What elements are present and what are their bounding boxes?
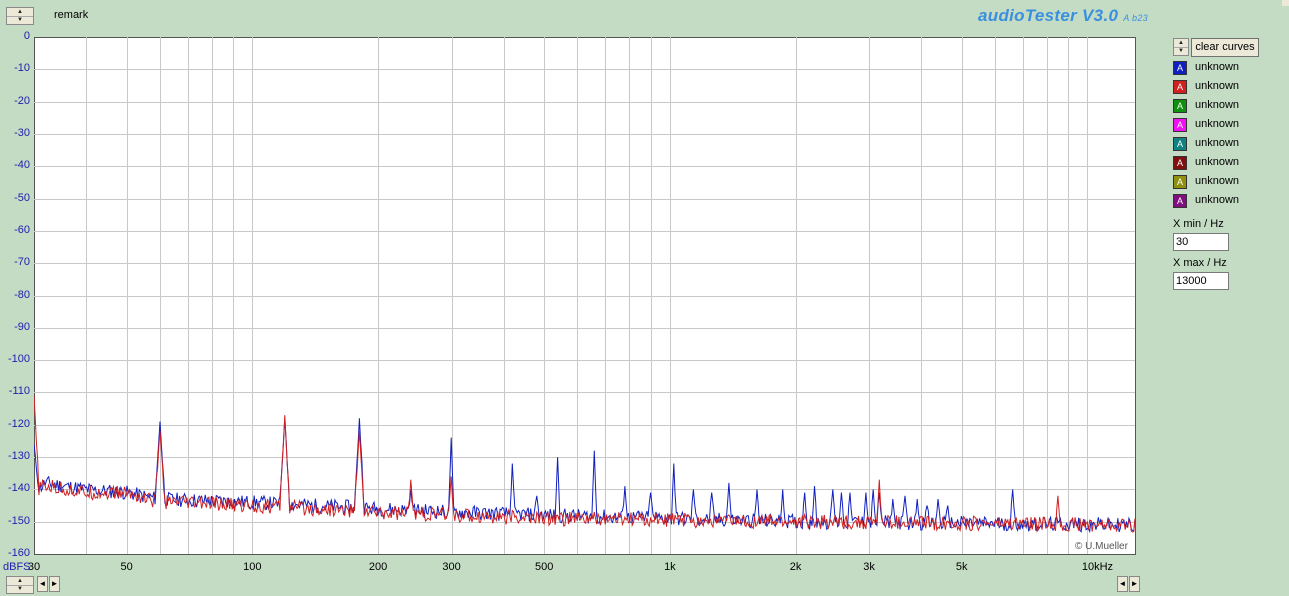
x-tick-label: 1k	[664, 561, 676, 573]
y-tick-label: -110	[8, 385, 30, 398]
xmin-label: X min / Hz	[1173, 218, 1224, 230]
y-tick-label: -150	[7, 514, 30, 527]
legend-label: unknown	[1195, 137, 1240, 149]
curve-color-icon[interactable]: A	[1173, 194, 1187, 208]
legend-label: unknown	[1195, 175, 1240, 187]
curve-color-icon[interactable]: A	[1173, 99, 1187, 113]
y-tick-label: -50	[14, 191, 30, 204]
bottom-left-spinner[interactable]: ▲ ▼	[6, 576, 34, 594]
scroll-right-icon[interactable]: ►	[1129, 576, 1140, 592]
x-tick-label: 200	[368, 561, 388, 573]
y-tick-label: -160	[7, 547, 30, 559]
legend-label: unknown	[1195, 61, 1240, 73]
y-tick-label: -70	[14, 256, 30, 269]
spin-down-icon[interactable]: ▼	[7, 16, 33, 24]
y-tick-label: -40	[14, 159, 30, 172]
y-tick-label: -80	[14, 288, 30, 301]
legend-label: unknown	[1195, 194, 1240, 206]
copyright-text: © U.Mueller	[1075, 541, 1128, 552]
y-tick-label: -130	[7, 450, 30, 463]
spin-down-icon[interactable]: ▼	[7, 585, 33, 593]
y-tick-label: 0	[23, 30, 30, 42]
legend-label: unknown	[1195, 80, 1240, 92]
x-tick-label: 2k	[789, 561, 802, 573]
y-axis-unit: dBFS	[3, 561, 31, 573]
curve-color-icon[interactable]: A	[1173, 80, 1187, 94]
x-tick-label: 50	[120, 561, 133, 573]
x-tick-label: 3k	[863, 561, 875, 573]
y-tick-label: -60	[14, 223, 30, 236]
remark-spinner[interactable]: ▲ ▼	[6, 7, 34, 25]
y-tick-label: -30	[14, 126, 30, 139]
spin-down-icon[interactable]: ▼	[1174, 47, 1188, 55]
x-tick-label: 5k	[955, 561, 968, 573]
legend-label: unknown	[1195, 99, 1240, 111]
y-tick-label: -140	[7, 482, 30, 495]
y-tick-label: -100	[7, 353, 30, 366]
x-tick-label: 10kHz	[1081, 561, 1114, 573]
y-tick-label: -20	[14, 94, 30, 107]
app-title-text: audioTester V3.0	[978, 6, 1119, 25]
spectrum-plot[interactable]	[34, 37, 1136, 555]
xmin-input[interactable]	[1173, 233, 1229, 251]
scroll-left-icon[interactable]: ◄	[1117, 576, 1128, 592]
app-title: audioTester V3.0 A b23	[978, 6, 1148, 26]
window-edge	[1282, 0, 1289, 6]
x-tick-label: 500	[534, 561, 554, 573]
curve-color-icon[interactable]: A	[1173, 118, 1187, 132]
clear-curves-button[interactable]: clear curves	[1191, 38, 1259, 57]
curve-select-spinner[interactable]: ▲ ▼	[1173, 38, 1189, 56]
scroll-left-icon[interactable]: ◄	[37, 576, 48, 592]
xmax-label: X max / Hz	[1173, 257, 1227, 269]
curve-color-icon[interactable]: A	[1173, 156, 1187, 170]
y-tick-label: -90	[14, 320, 30, 333]
x-tick-label: 100	[243, 561, 262, 573]
y-tick-label: -10	[14, 62, 30, 75]
curve-color-icon[interactable]: A	[1173, 61, 1187, 75]
remark-label: remark	[54, 9, 89, 21]
app-version: A b23	[1123, 13, 1148, 23]
xmax-input[interactable]	[1173, 272, 1229, 290]
curve-color-icon[interactable]: A	[1173, 175, 1187, 189]
legend-label: unknown	[1195, 118, 1240, 130]
curve-color-icon[interactable]: A	[1173, 137, 1187, 151]
scroll-right-icon[interactable]: ►	[49, 576, 60, 592]
x-tick-label: 300	[442, 561, 461, 573]
legend-label: unknown	[1195, 156, 1240, 168]
y-tick-label: -120	[7, 417, 30, 430]
